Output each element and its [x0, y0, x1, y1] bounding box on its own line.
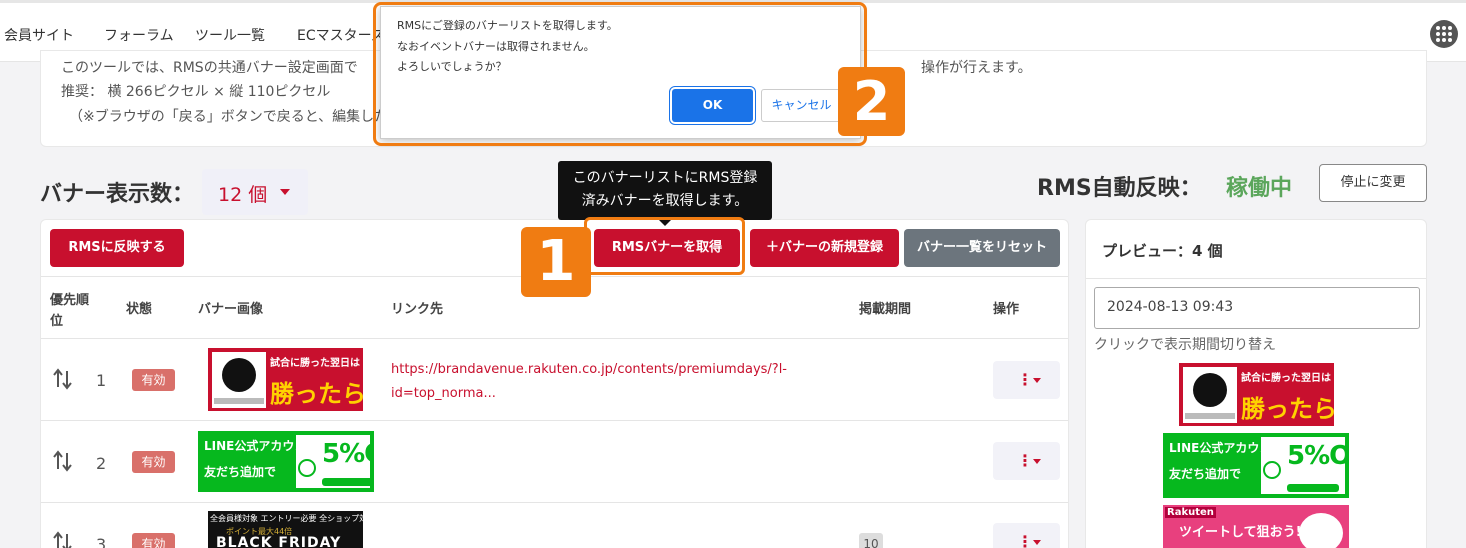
banner-bar: [1287, 484, 1339, 492]
panda-icon: [1299, 513, 1343, 548]
row-priority-number: 3: [96, 535, 107, 548]
row-actions-button[interactable]: ⋮: [993, 361, 1060, 399]
row-actions-button[interactable]: ⋮: [993, 523, 1060, 548]
info-line-recommended: 推奨： 横 266ピクセル × 縦 110ピクセル: [61, 84, 331, 100]
banner-thumbnail[interactable]: LINE公式アカウント 友だち追加で 5%OFF: [198, 431, 374, 492]
banner-text: ツイートして狙おう!: [1179, 525, 1302, 540]
rms-auto-label: RMS自動反映：: [1037, 176, 1202, 201]
row-priority-number: 1: [96, 371, 107, 390]
drag-sort-icon[interactable]: [53, 449, 73, 473]
preview-title: プレビュー：4 個: [1102, 242, 1223, 260]
header-priority-2: 位: [50, 314, 64, 329]
banner-count-value: 12 個: [218, 184, 268, 206]
preview-datetime-input[interactable]: 2024-08-13 09:43: [1094, 287, 1420, 329]
tooltip-line-1: このバナーリストにRMS登録: [572, 170, 758, 186]
chevron-down-icon: [1033, 459, 1041, 464]
more-vertical-icon: ⋮: [1017, 532, 1033, 548]
callout-number-2: 2: [838, 67, 905, 136]
banner-text: 友だち追加で: [1169, 467, 1242, 481]
divider: [41, 502, 1068, 503]
header-priority: 優先順: [50, 293, 90, 308]
header-ops: 操作: [993, 302, 1020, 317]
drag-sort-icon[interactable]: [53, 530, 73, 548]
nav-item-ec-masters[interactable]: ECマスターズ: [297, 25, 385, 45]
status-badge: 有効: [132, 533, 175, 548]
banner-text: 試合に勝った翌日は エントリーでポイント: [1241, 373, 1334, 384]
banner-text: LINE公式アカウント: [204, 439, 319, 453]
banner-text: BLACK FRIDAY: [216, 535, 342, 548]
banner-text: 勝ったら倍 2倍: [270, 380, 363, 408]
line-icon: [1263, 461, 1281, 479]
banner-thumbnail[interactable]: 全会員様対象 エントリー必要 全ショップ対象 ポイント最大44倍 BLACK F…: [208, 511, 363, 548]
more-vertical-icon: ⋮: [1017, 370, 1033, 389]
highlight-box-fetch: [584, 217, 745, 275]
fetch-tooltip: このバナーリストにRMS登録 済みバナーを取得します。: [558, 161, 772, 220]
banner-text: 勝ったら倍 2倍: [1241, 395, 1334, 423]
reflect-rms-button[interactable]: RMSに反映する: [50, 229, 184, 267]
header-link: リンク先: [391, 302, 444, 317]
more-vertical-icon: ⋮: [1017, 451, 1033, 470]
callout-number-1: 1: [521, 227, 591, 297]
nav-item-member-site[interactable]: 会員サイト: [4, 25, 74, 45]
preview-card: プレビュー：4 個 2024-08-13 09:43 クリックで表示期間切り替え…: [1085, 219, 1427, 548]
banner-count-label: バナー表示数：: [40, 182, 195, 207]
banner-text: 5%OFF: [322, 439, 370, 469]
info-line-note: （※ブラウザの「戻る」ボタンで戻ると、編集した: [69, 109, 389, 125]
row-actions-button[interactable]: ⋮: [993, 442, 1060, 480]
header-status: 状態: [126, 302, 153, 317]
row-priority-number: 2: [96, 454, 107, 473]
info-line-1b: 操作が行えます。: [921, 60, 1032, 76]
rms-auto-status: 稼働中: [1226, 176, 1293, 201]
banner-text: 友だち追加で: [204, 465, 277, 479]
banner-text: 試合に勝った翌日は エントリーでポイント: [270, 358, 363, 369]
drag-sort-icon[interactable]: [53, 367, 73, 391]
header-period: 掲載期間: [859, 302, 912, 317]
apps-grid-icon[interactable]: [1430, 20, 1458, 48]
banner-text: LINE公式アカウント: [1169, 441, 1284, 455]
banner-count-select[interactable]: 12 個: [202, 169, 308, 215]
divider: [41, 420, 1068, 421]
divider: [1086, 278, 1426, 279]
banner-thumbnail[interactable]: 試合に勝った翌日は エントリーでポイント 勝ったら倍 2倍: [208, 348, 363, 411]
status-badge: 有効: [132, 369, 175, 391]
banner-bar: [322, 478, 370, 486]
info-line-1a: このツールでは、RMSの共通バナー設定画面で: [61, 60, 358, 76]
preview-banner: Rakuten ツイートして狙おう!: [1163, 505, 1349, 548]
divider: [41, 338, 1068, 339]
add-new-banner-button[interactable]: ＋バナーの新規登録: [750, 229, 899, 267]
tooltip-line-2: 済みバナーを取得します。: [581, 193, 749, 209]
vissel-logo: [212, 352, 266, 408]
chevron-down-icon: [1033, 378, 1041, 383]
nav-item-forum[interactable]: フォーラム: [104, 25, 174, 45]
highlight-box-dialog: [373, 2, 867, 146]
preview-hint: クリックで表示期間切り替え: [1094, 337, 1276, 353]
line-icon: [298, 459, 316, 477]
banner-link[interactable]: https://brandavenue.rakuten.co.jp/conten…: [391, 358, 811, 406]
period-badge: 10: [859, 533, 883, 548]
chevron-down-icon: [1033, 540, 1041, 545]
chevron-down-icon: [280, 189, 290, 195]
banner-text: Rakuten: [1165, 507, 1216, 518]
stop-auto-button[interactable]: 停止に変更: [1319, 164, 1427, 202]
preview-banner: 試合に勝った翌日は エントリーでポイント 勝ったら倍 2倍: [1179, 363, 1334, 426]
reset-banner-list-button[interactable]: バナー一覧をリセット: [904, 229, 1060, 267]
banner-text: 5%OFF: [1287, 441, 1349, 471]
status-badge: 有効: [132, 451, 175, 473]
preview-banner: LINE公式アカウント 友だち追加で 5%OFF: [1163, 433, 1349, 498]
vissel-logo: [1183, 367, 1237, 423]
nav-item-tools[interactable]: ツール一覧: [195, 25, 265, 45]
header-image: バナー画像: [198, 302, 264, 317]
banner-text: 全会員様対象 エントリー必要 全ショップ対象: [210, 514, 363, 523]
